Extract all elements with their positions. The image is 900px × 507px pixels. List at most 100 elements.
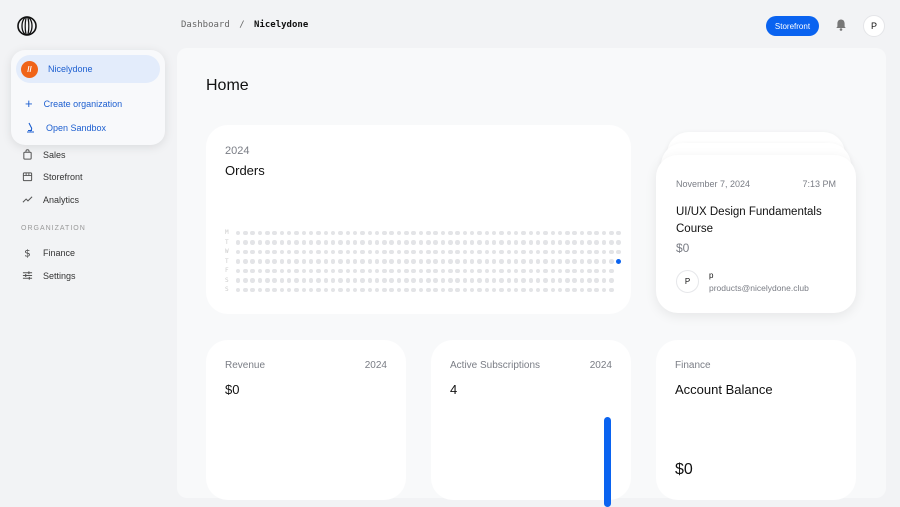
heatmap-cell[interactable] xyxy=(279,287,285,293)
heatmap-cell[interactable] xyxy=(330,240,336,245)
heatmap-cell[interactable] xyxy=(462,249,468,255)
heatmap-cell[interactable] xyxy=(426,268,431,274)
user-avatar[interactable]: P xyxy=(863,15,885,37)
heatmap-cell[interactable] xyxy=(411,287,416,293)
heatmap-cell[interactable] xyxy=(484,240,490,245)
heatmap-cell[interactable] xyxy=(528,249,534,255)
heatmap-cell[interactable] xyxy=(243,230,248,236)
heatmap-cell[interactable] xyxy=(513,287,519,293)
heatmap-cell[interactable] xyxy=(396,259,402,264)
heatmap-cell[interactable] xyxy=(404,230,409,236)
heatmap-cell[interactable] xyxy=(367,268,372,274)
heatmap-cell[interactable] xyxy=(367,287,372,293)
heatmap-cell[interactable] xyxy=(316,249,321,255)
heatmap-cell[interactable] xyxy=(352,249,358,255)
heatmap-cell[interactable] xyxy=(587,259,592,264)
heatmap-cell[interactable] xyxy=(243,278,248,283)
heatmap-cell[interactable] xyxy=(352,278,358,283)
heatmap-cell[interactable] xyxy=(250,230,255,236)
heatmap-cell[interactable] xyxy=(543,230,548,236)
heatmap-cell[interactable] xyxy=(587,249,592,255)
heatmap-cell[interactable] xyxy=(572,249,577,255)
heatmap-cell[interactable] xyxy=(609,259,614,264)
heatmap-cell[interactable] xyxy=(338,249,343,255)
heatmap-cell[interactable] xyxy=(579,230,585,236)
heatmap-cell[interactable] xyxy=(396,240,402,245)
heatmap-cell[interactable] xyxy=(426,278,431,283)
heatmap-cell[interactable] xyxy=(257,278,263,283)
heatmap-cell[interactable] xyxy=(250,240,255,245)
heatmap-cell[interactable] xyxy=(360,249,365,255)
heatmap-cell[interactable] xyxy=(543,249,548,255)
heatmap-cell[interactable] xyxy=(491,249,497,255)
heatmap-cell[interactable] xyxy=(513,278,519,283)
heatmap-cell[interactable] xyxy=(609,268,614,274)
heatmap-cell[interactable] xyxy=(418,268,424,274)
heatmap-cell[interactable] xyxy=(455,240,460,245)
heatmap-cell[interactable] xyxy=(477,259,482,264)
heatmap-cell[interactable] xyxy=(433,249,438,255)
heatmap-cell[interactable] xyxy=(448,278,453,283)
heatmap-cell[interactable] xyxy=(477,268,482,274)
open-sandbox-item[interactable]: Open Sandbox xyxy=(25,122,106,133)
heatmap-cell[interactable] xyxy=(265,230,270,236)
heatmap-cell[interactable] xyxy=(396,268,402,274)
heatmap-cell[interactable] xyxy=(572,240,577,245)
heatmap-cell[interactable] xyxy=(243,259,248,264)
heatmap-cell[interactable] xyxy=(404,278,409,283)
heatmap-cell[interactable] xyxy=(396,278,402,283)
heatmap-cell[interactable] xyxy=(338,278,343,283)
org-item-current[interactable]: // Nicelydone xyxy=(16,55,160,83)
heatmap-cell[interactable] xyxy=(404,240,409,245)
heatmap-cell[interactable] xyxy=(294,287,299,293)
heatmap-cell[interactable] xyxy=(323,268,329,274)
heatmap-cell[interactable] xyxy=(609,249,614,255)
heatmap-cell[interactable] xyxy=(396,287,402,293)
heatmap-cell[interactable] xyxy=(433,240,438,245)
heatmap-cell[interactable] xyxy=(594,259,599,264)
heatmap-cell[interactable] xyxy=(477,230,482,236)
heatmap-cell[interactable] xyxy=(587,287,592,293)
heatmap-cell[interactable] xyxy=(477,249,482,255)
heatmap-cell[interactable] xyxy=(506,278,512,283)
heatmap-cell[interactable] xyxy=(616,240,621,245)
heatmap-cell[interactable] xyxy=(308,259,314,264)
heatmap-cell[interactable] xyxy=(594,287,599,293)
heatmap-cell[interactable] xyxy=(594,230,599,236)
heatmap-cell[interactable] xyxy=(572,268,577,274)
storefront-button[interactable]: Storefront xyxy=(766,16,819,36)
sidebar-item-finance[interactable]: $ Finance xyxy=(22,247,75,259)
heatmap-cell[interactable] xyxy=(382,230,387,236)
heatmap-cell[interactable] xyxy=(426,287,431,293)
heatmap-cell[interactable] xyxy=(550,287,555,293)
heatmap-cell[interactable] xyxy=(455,278,460,283)
heatmap-cell[interactable] xyxy=(601,240,607,245)
heatmap-cell[interactable] xyxy=(572,259,577,264)
heatmap-cell[interactable] xyxy=(301,240,307,245)
heatmap-cell[interactable] xyxy=(243,240,248,245)
heatmap-cell[interactable] xyxy=(521,278,526,283)
heatmap-cell[interactable] xyxy=(426,240,431,245)
heatmap-cell[interactable] xyxy=(499,249,504,255)
heatmap-cell[interactable] xyxy=(418,287,424,293)
heatmap-cell[interactable] xyxy=(565,240,570,245)
heatmap-cell[interactable] xyxy=(521,240,526,245)
heatmap-cell[interactable] xyxy=(469,268,475,274)
heatmap-cell[interactable] xyxy=(426,230,431,236)
heatmap-cell[interactable] xyxy=(440,230,446,236)
heatmap-cell[interactable] xyxy=(528,259,534,264)
heatmap-cell[interactable] xyxy=(462,268,468,274)
heatmap-cell[interactable] xyxy=(455,268,460,274)
heatmap-cell[interactable] xyxy=(418,278,424,283)
heatmap-cell[interactable] xyxy=(360,268,365,274)
heatmap-cell[interactable] xyxy=(601,259,607,264)
heatmap-cell[interactable] xyxy=(528,278,534,283)
heatmap-cell[interactable] xyxy=(257,240,263,245)
heatmap-cell[interactable] xyxy=(579,249,585,255)
heatmap-cell[interactable] xyxy=(243,249,248,255)
heatmap-cell[interactable] xyxy=(543,259,548,264)
heatmap-cell[interactable] xyxy=(352,240,358,245)
heatmap-cell[interactable] xyxy=(250,287,255,293)
heatmap-cell[interactable] xyxy=(491,230,497,236)
heatmap-cell[interactable] xyxy=(587,268,592,274)
